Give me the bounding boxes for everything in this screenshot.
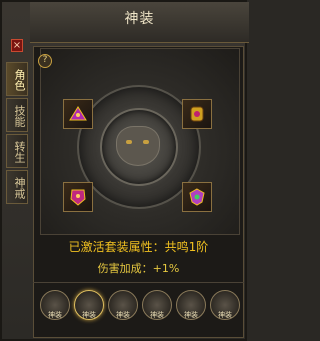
- bottom-tab-2[interactable]: 神装: [74, 290, 104, 320]
- side-tab-rebirth[interactable]: 转生: [6, 134, 28, 168]
- help-icon[interactable]: ?: [38, 54, 52, 68]
- bottom-tab-5-label: 神装: [184, 311, 198, 319]
- bottom-tab-bar: 神装 神装 神装 神装 神装 神装: [38, 290, 242, 334]
- side-tab-skills[interactable]: 技能: [6, 98, 28, 132]
- side-tab-character[interactable]: 角色: [6, 62, 28, 96]
- side-tab-list: 角色 技能 转生 神戒: [6, 62, 30, 206]
- bottom-tab-1-label: 神装: [48, 311, 62, 319]
- divider: [33, 282, 244, 283]
- equipment-slot-shield[interactable]: [182, 182, 212, 212]
- bottom-tab-4-label: 神装: [150, 311, 164, 319]
- gauntlet-gem-icon: [190, 106, 204, 122]
- bottom-tab-2-label: 神装: [82, 311, 96, 319]
- equipment-slot-armor[interactable]: [63, 182, 93, 212]
- demon-face-icon: [116, 126, 160, 166]
- window-title: 神装: [124, 11, 155, 27]
- equipment-slot-helmet[interactable]: [63, 99, 93, 129]
- damage-bonus-value: +1%: [152, 262, 180, 275]
- bottom-tab-6[interactable]: 神装: [210, 290, 240, 320]
- shield-gem-icon: [189, 188, 205, 206]
- damage-bonus-label: 伤害加成：: [97, 262, 153, 275]
- demon-eye-left: [126, 140, 132, 144]
- helmet-gem-icon: [69, 106, 87, 121]
- close-button[interactable]: ×: [11, 39, 23, 52]
- bottom-tab-4[interactable]: 神装: [142, 290, 172, 320]
- side-tab-divine-ring[interactable]: 神戒: [6, 170, 28, 204]
- demon-eye-right: [143, 140, 149, 144]
- character-window: 神装 × 角色 技能 转生 神戒 ? 已激活套装属性：共鸣1阶 伤害加成：+1%…: [0, 0, 249, 341]
- bottom-tab-6-label: 神装: [218, 311, 232, 319]
- armor-gem-icon: [70, 189, 86, 206]
- bottom-tab-3[interactable]: 神装: [108, 290, 138, 320]
- equipment-slot-gauntlet[interactable]: [182, 99, 212, 129]
- bottom-tab-1[interactable]: 神装: [40, 290, 70, 320]
- bottom-tab-3-label: 神装: [116, 311, 130, 319]
- set-attribute-text: 已激活套装属性：共鸣1阶: [68, 240, 209, 254]
- damage-bonus-row: 伤害加成：+1%: [33, 260, 244, 276]
- bottom-tab-5[interactable]: 神装: [176, 290, 206, 320]
